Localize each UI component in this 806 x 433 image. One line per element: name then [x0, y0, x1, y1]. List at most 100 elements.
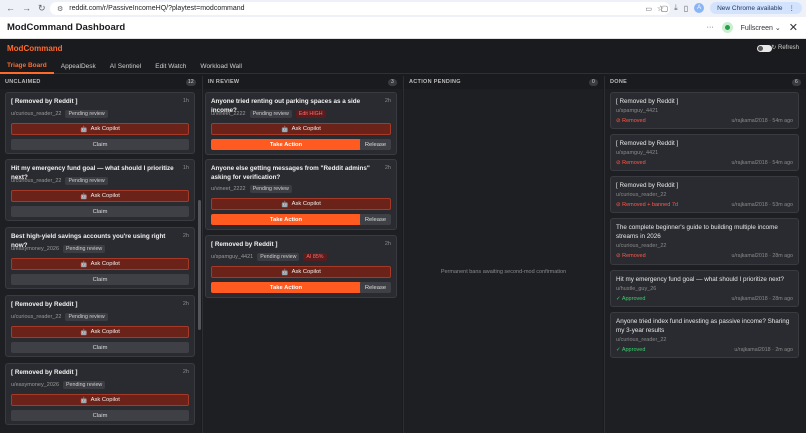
ask-copilot-button[interactable]: 🤖 Ask Copilot [11, 258, 189, 270]
theme-toggle[interactable] [757, 45, 772, 52]
release-button[interactable]: Release [360, 139, 391, 150]
review-card[interactable]: Anyone tried renting out parking spaces … [205, 92, 397, 155]
release-button[interactable]: Release [360, 282, 391, 293]
risk-badge: AI 85% [303, 253, 327, 261]
take-action-button[interactable]: Take Action [211, 282, 361, 293]
tab-edit-watch[interactable]: Edit Watch [148, 59, 193, 74]
card-title: [ Removed by Reddit ] [11, 301, 78, 308]
ask-copilot-button[interactable]: 🤖 Ask Copilot [11, 394, 189, 406]
done-card[interactable]: Hit my emergency fund goal — what should… [610, 270, 799, 307]
card-author[interactable]: u/curious_reader_22 [616, 192, 666, 198]
address-url: reddit.com/r/PassiveIncomeHQ/?playtest=m… [69, 5, 245, 12]
status-badge: Pending review [65, 177, 108, 185]
take-action-button[interactable]: Take Action [211, 139, 361, 150]
queue-card[interactable]: [ Removed by Reddit ] 1h u/curious_reade… [5, 92, 195, 154]
done-card[interactable]: Anyone tried index fund investing as pas… [610, 312, 799, 358]
back-icon[interactable]: ← [6, 3, 15, 14]
outcome-badge: ⊘ Removed [616, 253, 646, 259]
ask-copilot-button[interactable]: 🤖 Ask Copilot [211, 198, 391, 210]
card-author[interactable]: u/hustle_guy_26 [616, 286, 656, 292]
column-in-review: IN REVIEW 3 Anyone tried renting out par… [203, 76, 402, 433]
ask-copilot-label: Ask Copilot [90, 261, 120, 267]
card-author[interactable]: u/vineet_2222 [211, 111, 246, 117]
column-scrollbar[interactable] [198, 200, 201, 330]
site-info-icon[interactable]: ⚙ [57, 5, 63, 13]
take-action-button[interactable]: Take Action [211, 214, 361, 225]
chrome-update-label: New Chrome available [717, 4, 783, 12]
card-author[interactable]: u/curious_reader_22 [11, 178, 61, 184]
ask-copilot-button[interactable]: 🤖 Ask Copilot [11, 123, 189, 135]
card-author[interactable]: u/spamguy_4421 [616, 108, 658, 114]
release-button[interactable]: Release [360, 214, 391, 225]
status-indicator-icon [721, 22, 733, 33]
fullscreen-label: Fullscreen [740, 24, 773, 32]
card-author[interactable]: u/spamguy_4421 [616, 150, 658, 156]
card-author[interactable]: u/spamguy_4421 [211, 254, 253, 260]
chrome-update-button[interactable]: New Chrome available ⋮ [710, 2, 802, 14]
status-badge: Pending review [249, 110, 292, 118]
sidebar-icon[interactable]: ▯ [684, 4, 688, 13]
card-author[interactable]: u/curious_reader_22 [616, 337, 666, 343]
app-navbar: ModCommand Triage Board AppealDesk AI Se… [0, 39, 806, 74]
card-title: [ Removed by Reddit ] [616, 98, 679, 105]
ask-copilot-label: Ask Copilot [90, 126, 120, 132]
ask-copilot-label: Ask Copilot [90, 193, 120, 199]
card-author[interactable]: u/easymoney_2026 [11, 246, 59, 252]
status-badge: Pending review [257, 253, 300, 261]
kebab-menu-icon: ⋮ [788, 5, 796, 12]
extensions-icon[interactable]: ▢ [661, 4, 669, 13]
done-card[interactable]: [ Removed by Reddit ] u/spamguy_4421 ⊘ R… [610, 134, 799, 171]
fullscreen-button[interactable]: Fullscreen ⌄ [741, 24, 781, 32]
cast-icon[interactable]: ▭ [645, 5, 652, 13]
card-age: 2h [384, 165, 391, 171]
tab-bar: Triage Board AppealDesk AI Sentinel Edit… [0, 59, 249, 74]
more-options-button[interactable]: ··· [707, 24, 714, 31]
status-badge: Pending review [63, 381, 106, 389]
card-title: [ Removed by Reddit ] [11, 369, 78, 376]
close-button[interactable]: ✕ [789, 21, 798, 34]
column-count-badge: 0 [589, 78, 598, 86]
claim-button[interactable]: Claim [11, 139, 189, 150]
empty-state-text: Permanent bans awaiting second-mod confi… [440, 269, 567, 275]
address-bar[interactable]: ⚙ reddit.com/r/PassiveIncomeHQ/?playtest… [50, 2, 670, 15]
queue-card[interactable]: [ Removed by Reddit ] 2h u/easymoney_202… [5, 363, 195, 425]
claim-button[interactable]: Claim [11, 342, 189, 353]
queue-card[interactable]: Hit my emergency fund goal — what should… [5, 159, 195, 221]
chevron-down-icon: ⌄ [774, 24, 781, 32]
card-author[interactable]: u/curious_reader_22 [11, 314, 61, 320]
queue-card[interactable]: [ Removed by Reddit ] 2h u/curious_reade… [5, 295, 195, 357]
done-card[interactable]: [ Removed by Reddit ] u/curious_reader_2… [610, 176, 799, 213]
done-card[interactable]: [ Removed by Reddit ] u/spamguy_4421 ⊘ R… [610, 92, 799, 129]
ask-copilot-button[interactable]: 🤖 Ask Copilot [11, 326, 189, 338]
review-card[interactable]: [ Removed by Reddit ] 2h u/spamguy_4421 P… [205, 235, 397, 298]
refresh-button[interactable]: ↻ Refresh [771, 44, 799, 51]
review-card[interactable]: Anyone else getting messages from "Reddi… [205, 159, 397, 230]
card-title: [ Removed by Reddit ] [11, 98, 78, 105]
tab-appealdesk[interactable]: AppealDesk [54, 59, 103, 74]
forward-icon[interactable]: → [22, 3, 31, 14]
claim-button[interactable]: Claim [11, 274, 189, 285]
column-done: DONE 6 [ Removed by Reddit ] u/spamguy_4… [605, 76, 806, 433]
card-author[interactable]: u/curious_reader_22 [616, 243, 666, 249]
tab-ai-sentinel[interactable]: AI Sentinel [103, 59, 148, 74]
queue-card[interactable]: Best high-yield savings accounts you're … [5, 227, 195, 289]
robot-icon: 🤖 [80, 329, 88, 336]
done-card[interactable]: The complete beginner's guide to buildin… [610, 218, 799, 265]
risk-badge: Edit HIGH [295, 110, 326, 118]
ask-copilot-button[interactable]: 🤖 Ask Copilot [11, 190, 189, 202]
tab-triage-board[interactable]: Triage Board [0, 59, 54, 74]
robot-icon: 🤖 [281, 201, 289, 208]
claim-button[interactable]: Claim [11, 410, 189, 421]
reload-icon[interactable]: ↻ [38, 3, 46, 14]
card-author[interactable]: u/curious_reader_22 [11, 111, 61, 117]
ask-copilot-button[interactable]: 🤖 Ask Copilot [211, 123, 391, 135]
profile-avatar[interactable]: A [694, 3, 705, 13]
claim-button[interactable]: Claim [11, 206, 189, 217]
download-icon[interactable]: ⤓ [674, 3, 678, 13]
card-author[interactable]: u/easymoney_2026 [11, 382, 59, 388]
tab-workload-wall[interactable]: Workload Wall [193, 59, 249, 74]
outcome-badge: ⊘ Removed [616, 118, 646, 124]
card-author[interactable]: u/vineet_2222 [211, 186, 246, 192]
ask-copilot-button[interactable]: 🤖 Ask Copilot [211, 266, 391, 278]
column-action-pending: ACTION PENDING 0 Permanent bans awaiting… [404, 76, 603, 433]
